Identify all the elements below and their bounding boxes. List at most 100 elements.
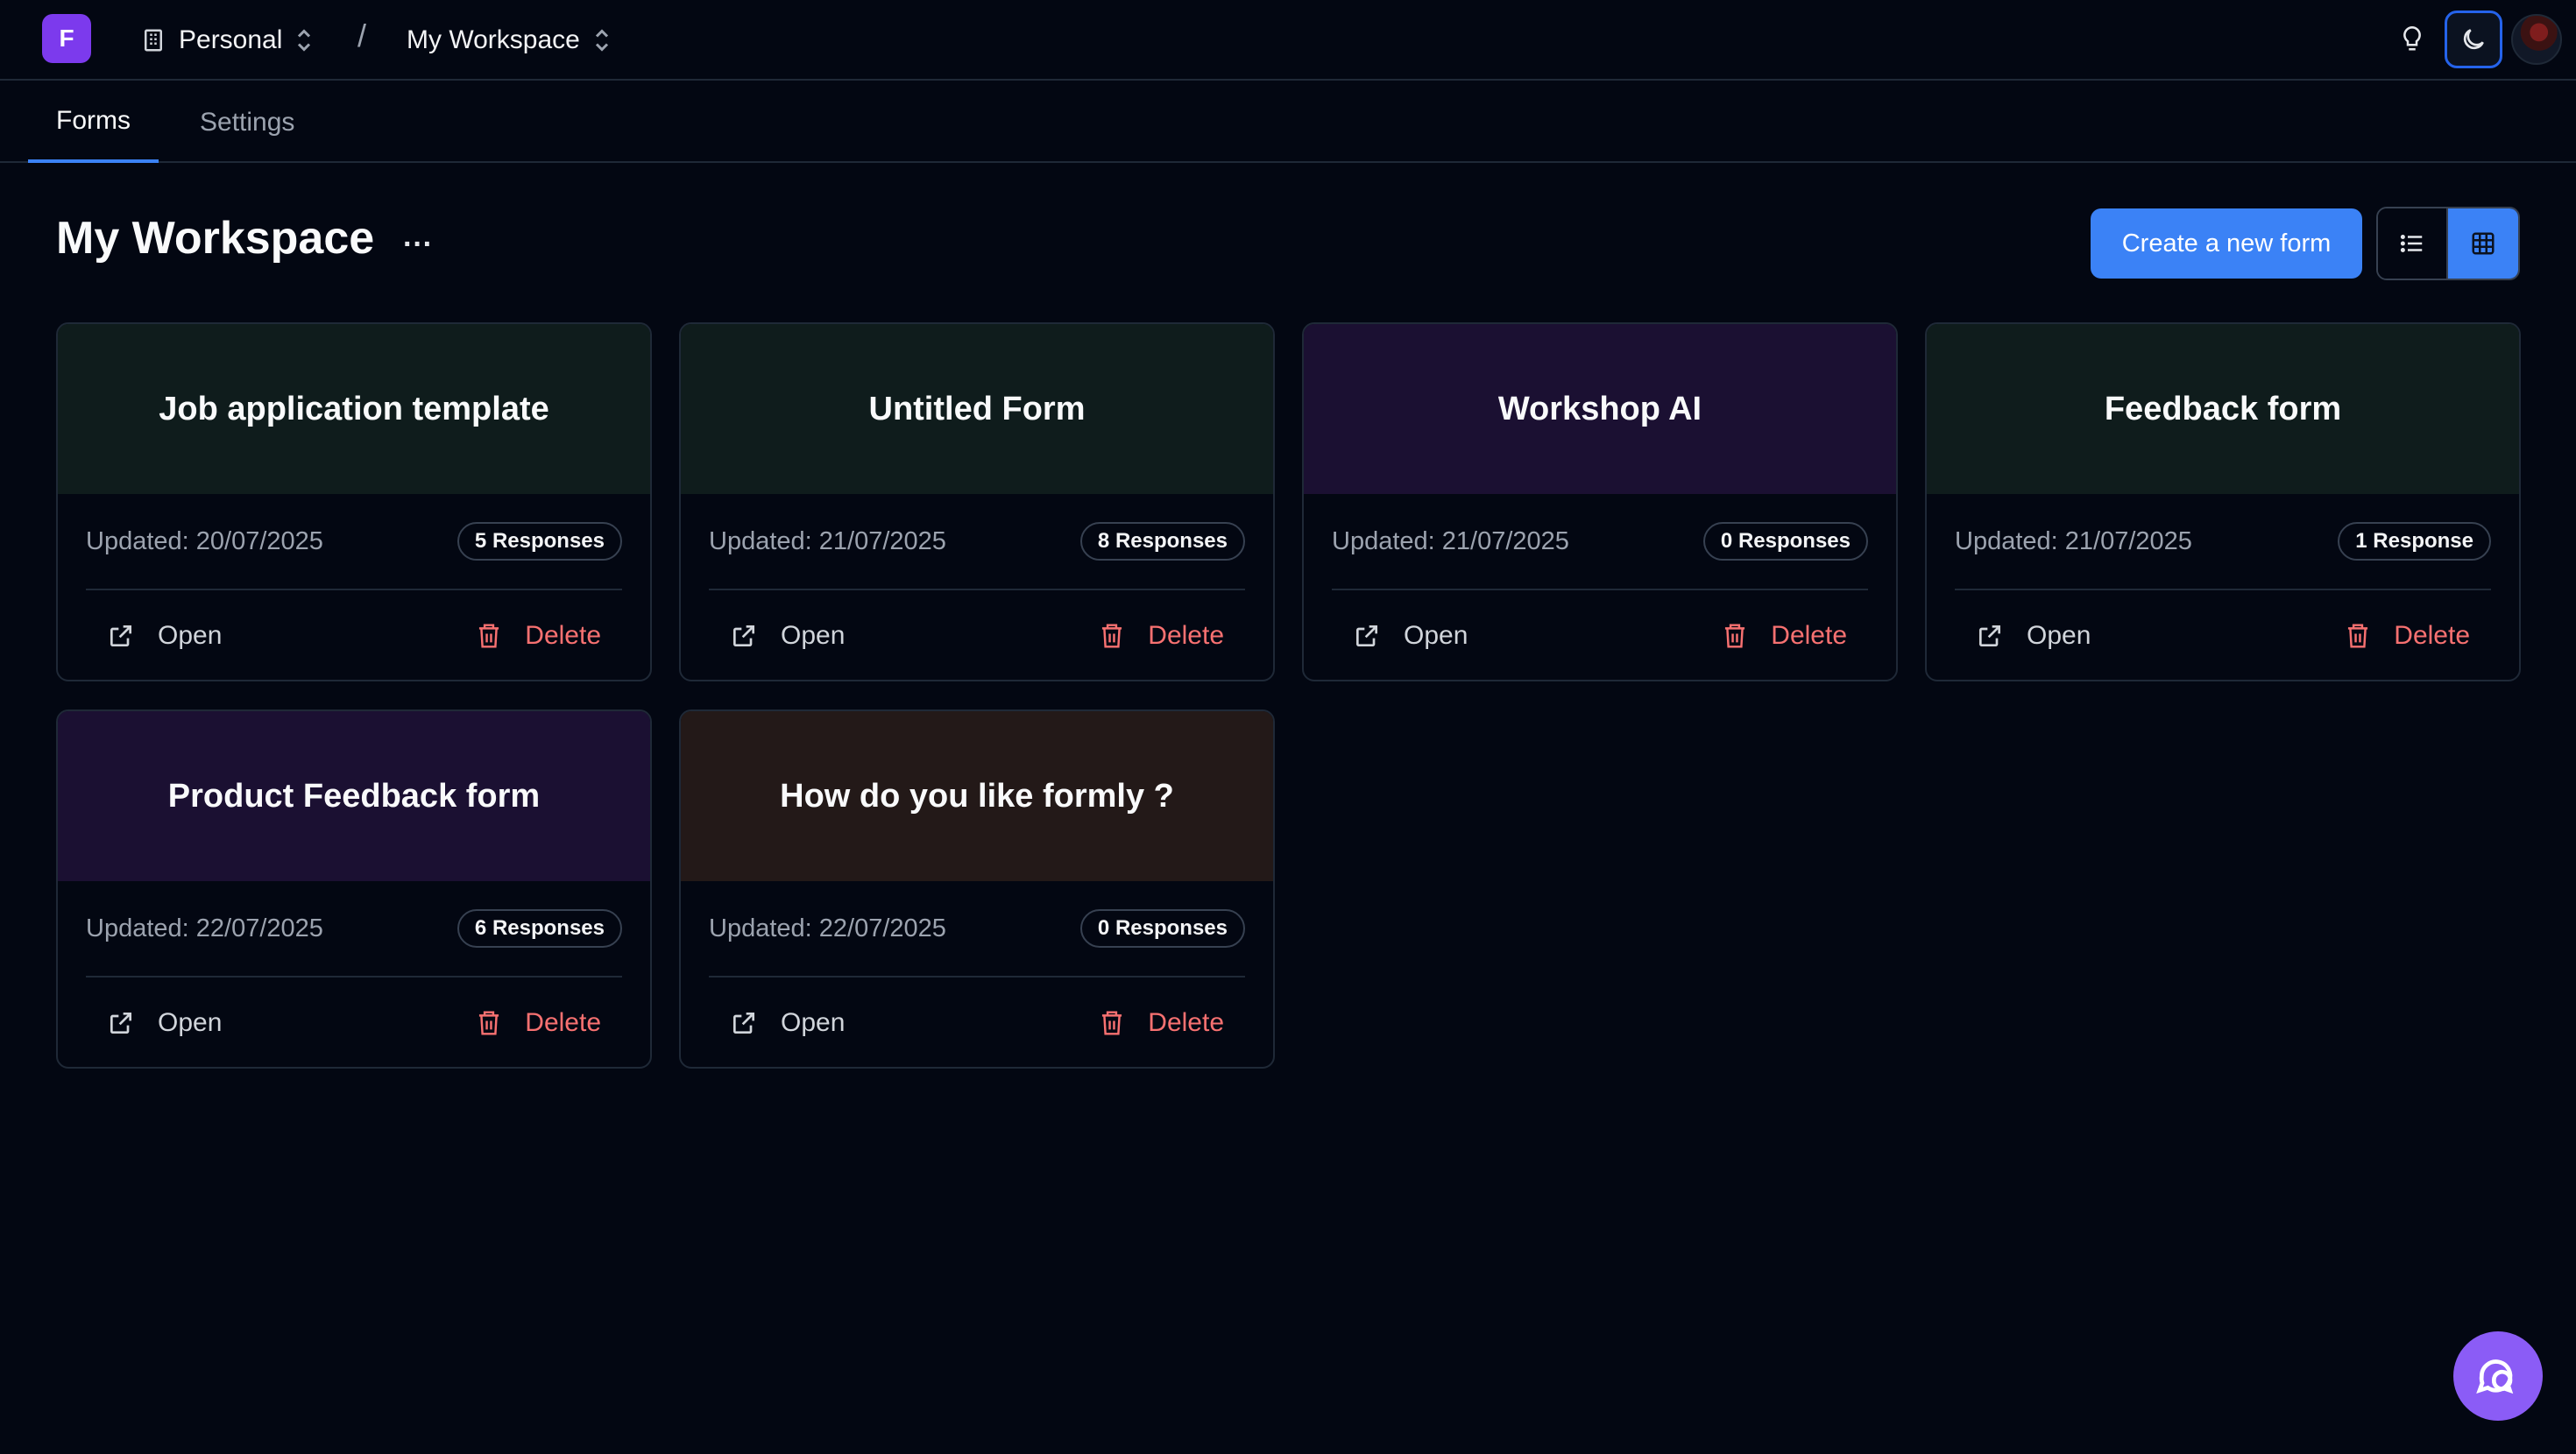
form-card-actions: Open Delete	[709, 590, 1245, 680]
updated-date: Updated: 22/07/2025	[709, 914, 946, 942]
trash-icon	[479, 1011, 499, 1035]
tab-settings[interactable]: Settings	[172, 82, 322, 163]
form-card[interactable]: How do you like formly ? Updated: 22/07/2…	[679, 709, 1275, 1069]
form-card-actions: Open Delete	[1955, 590, 2491, 680]
external-link-icon	[110, 625, 131, 646]
form-card-actions: Open Delete	[86, 978, 622, 1067]
tips-button[interactable]	[2383, 11, 2441, 68]
list-view-button[interactable]	[2378, 208, 2448, 279]
delete-label: Delete	[1148, 621, 1224, 650]
external-link-icon	[1979, 625, 2000, 646]
trash-icon	[479, 624, 499, 648]
app-logo[interactable]: F	[42, 14, 91, 63]
delete-label: Delete	[2394, 621, 2470, 650]
external-link-icon	[733, 1013, 754, 1034]
trash-icon	[1725, 624, 1745, 648]
trash-icon	[1102, 1011, 1122, 1035]
responses-badge: 5 Responses	[456, 522, 622, 561]
updated-date: Updated: 21/07/2025	[709, 526, 946, 555]
moon-icon	[2463, 29, 2484, 50]
form-card-meta: Updated: 21/07/2025 8 Responses	[709, 494, 1245, 590]
form-card-title[interactable]: Untitled Form	[681, 324, 1273, 494]
form-card-meta: Updated: 22/07/2025 0 Responses	[709, 881, 1245, 978]
delete-label: Delete	[1148, 1008, 1224, 1037]
view-toggle	[2376, 207, 2520, 280]
responses-badge: 1 Response	[2338, 522, 2491, 561]
form-card[interactable]: Untitled Form Updated: 21/07/2025 8 Respon…	[679, 322, 1275, 681]
user-avatar[interactable]	[2511, 14, 2562, 65]
open-label: Open	[158, 621, 223, 650]
form-card-title[interactable]: How do you like formly ?	[681, 711, 1273, 881]
delete-form-button[interactable]: Delete	[1078, 605, 1245, 667]
responses-badge: 8 Responses	[1079, 522, 1245, 561]
form-card-meta: Updated: 21/07/2025 0 Responses	[1332, 494, 1868, 590]
open-label: Open	[2027, 621, 2091, 650]
external-link-icon	[733, 625, 754, 646]
chevron-up-down-icon	[298, 29, 311, 52]
delete-label: Delete	[1771, 621, 1847, 650]
lightbulb-icon	[2403, 25, 2421, 51]
delete-form-button[interactable]: Delete	[1078, 992, 1245, 1054]
updated-date: Updated: 22/07/2025	[86, 914, 323, 942]
list-view-icon	[2400, 235, 2423, 252]
tab-bar: Forms Settings	[0, 82, 2576, 163]
create-form-button[interactable]: Create a new form	[2091, 208, 2362, 279]
logo-letter: F	[59, 25, 74, 52]
form-card-title[interactable]: Workshop AI	[1304, 324, 1896, 494]
trash-icon	[1102, 624, 1122, 648]
open-label: Open	[1404, 621, 1468, 650]
open-form-button[interactable]: Open	[1955, 605, 2112, 667]
open-label: Open	[158, 1008, 223, 1037]
delete-form-button[interactable]: Delete	[1701, 605, 1868, 667]
tab-forms[interactable]: Forms	[28, 82, 159, 163]
form-card-meta: Updated: 20/07/2025 5 Responses	[86, 494, 622, 590]
chat-button[interactable]	[2453, 1331, 2543, 1421]
delete-label: Delete	[525, 1008, 601, 1037]
updated-date: Updated: 21/07/2025	[1955, 526, 2192, 555]
responses-badge: 0 Responses	[1079, 909, 1245, 948]
responses-badge: 0 Responses	[1702, 522, 1868, 561]
form-card-actions: Open Delete	[709, 978, 1245, 1067]
open-form-button[interactable]: Open	[86, 605, 243, 667]
open-form-button[interactable]: Open	[709, 992, 866, 1054]
form-card-meta: Updated: 22/07/2025 6 Responses	[86, 881, 622, 978]
org-switcher[interactable]: Personal	[140, 19, 314, 61]
form-card[interactable]: Workshop AI Updated: 21/07/2025 0 Response…	[1302, 322, 1898, 681]
org-label: Personal	[179, 25, 283, 54]
delete-form-button[interactable]: Delete	[2324, 605, 2491, 667]
delete-form-button[interactable]: Delete	[455, 605, 622, 667]
workspace-label: My Workspace	[407, 25, 580, 54]
updated-date: Updated: 21/07/2025	[1332, 526, 1569, 555]
form-card[interactable]: Product Feedback form Updated: 22/07/2025…	[56, 709, 652, 1069]
form-card-title[interactable]: Job application template	[58, 324, 650, 494]
grid-view-button[interactable]	[2448, 208, 2518, 279]
form-card[interactable]: Feedback form Updated: 21/07/2025 1 Respon…	[1925, 322, 2521, 681]
grid-view-icon	[2472, 232, 2495, 255]
form-card[interactable]: Job application template Updated: 20/07/2…	[56, 322, 652, 681]
chat-icon	[2476, 1359, 2514, 1394]
updated-date: Updated: 20/07/2025	[86, 526, 323, 555]
page-title: My Workspace	[56, 213, 375, 264]
open-form-button[interactable]: Open	[86, 992, 243, 1054]
workspace-switcher[interactable]: My Workspace	[407, 19, 612, 61]
delete-form-button[interactable]: Delete	[455, 992, 622, 1054]
trash-icon	[2348, 624, 2368, 648]
form-card-title[interactable]: Product Feedback form	[58, 711, 650, 881]
responses-badge: 6 Responses	[456, 909, 622, 948]
form-card-meta: Updated: 21/07/2025 1 Response	[1955, 494, 2491, 590]
open-label: Open	[781, 621, 846, 650]
workspace-more-button[interactable]: ···	[396, 222, 440, 266]
building-icon	[145, 29, 162, 52]
open-form-button[interactable]: Open	[1332, 605, 1489, 667]
form-card-actions: Open Delete	[1332, 590, 1868, 680]
external-link-icon	[110, 1013, 131, 1034]
external-link-icon	[1356, 625, 1377, 646]
theme-toggle-button[interactable]	[2445, 11, 2502, 68]
chevron-up-down-icon	[595, 29, 608, 52]
open-label: Open	[781, 1008, 846, 1037]
breadcrumb-separator: /	[357, 18, 367, 53]
form-card-title[interactable]: Feedback form	[1927, 324, 2519, 494]
open-form-button[interactable]: Open	[709, 605, 866, 667]
top-bar: F Personal / My Workspace	[0, 0, 2576, 81]
form-card-actions: Open Delete	[86, 590, 622, 680]
